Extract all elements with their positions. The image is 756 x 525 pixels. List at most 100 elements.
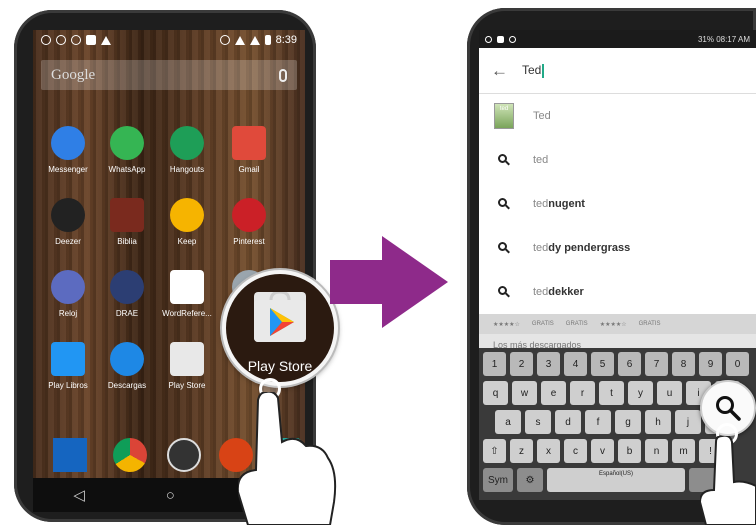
keyboard-key[interactable]: b bbox=[618, 439, 641, 463]
suggestion-item[interactable]: ted dy pendergrass bbox=[479, 226, 756, 270]
keyboard-key[interactable]: 4 bbox=[564, 352, 587, 376]
suggestion-item[interactable]: ted nugent bbox=[479, 182, 756, 226]
back-button[interactable]: ◁ bbox=[73, 486, 85, 504]
warning-icon bbox=[101, 35, 111, 45]
search-icon bbox=[491, 198, 517, 210]
suggestion-prefix: Ted bbox=[533, 110, 551, 122]
status-bar: 8:39 bbox=[33, 30, 305, 50]
price-label: GRATIS bbox=[531, 321, 554, 327]
keyboard-key[interactable]: e bbox=[541, 381, 566, 405]
keyboard-key[interactable]: m bbox=[672, 439, 695, 463]
keyboard-key[interactable]: s bbox=[525, 410, 551, 434]
keyboard-key[interactable]: 9 bbox=[699, 352, 722, 376]
keyboard-key[interactable]: a bbox=[495, 410, 521, 434]
keyboard-key[interactable]: 1 bbox=[483, 352, 506, 376]
pinterest-icon bbox=[232, 198, 266, 232]
keyboard-key[interactable]: 0 bbox=[726, 352, 749, 376]
chrome-icon[interactable] bbox=[113, 438, 147, 472]
keyboard-key[interactable]: x bbox=[537, 439, 560, 463]
alarm-icon bbox=[219, 35, 230, 45]
keyboard-key[interactable]: g bbox=[615, 410, 641, 434]
keyboard-key[interactable]: j bbox=[675, 410, 701, 434]
app-shortcut[interactable]: Pinterest bbox=[218, 198, 280, 246]
keyboard-key[interactable]: 2 bbox=[510, 352, 533, 376]
keyboard-key[interactable]: n bbox=[645, 439, 668, 463]
search-input[interactable]: Ted bbox=[522, 63, 544, 78]
app-label: Keep bbox=[177, 237, 197, 246]
keyboard-key[interactable]: f bbox=[585, 410, 611, 434]
clock-icon bbox=[51, 270, 85, 304]
keyboard-key[interactable]: t bbox=[599, 381, 624, 405]
app-shortcut[interactable]: Hangouts bbox=[156, 126, 218, 174]
app-label: Descargas bbox=[107, 381, 147, 390]
suggestion-item[interactable]: ted bbox=[479, 138, 756, 182]
price-label: GRATIS bbox=[565, 321, 588, 327]
app-shortcut[interactable]: Deezer bbox=[37, 198, 99, 246]
keyboard-key[interactable]: q bbox=[483, 381, 508, 405]
keyboard-key[interactable]: h bbox=[645, 410, 671, 434]
notification-icon bbox=[497, 35, 504, 43]
keyboard-key[interactable]: d bbox=[555, 410, 581, 434]
app-shortcut[interactable]: Messenger bbox=[37, 126, 99, 174]
keyboard-key[interactable]: z bbox=[510, 439, 533, 463]
suggestion-item[interactable]: ted dekker bbox=[479, 270, 756, 314]
play-store-magnifier[interactable]: Play Store bbox=[222, 270, 338, 386]
settings-key[interactable]: ⚙ bbox=[517, 468, 543, 492]
play-store-icon bbox=[170, 342, 204, 376]
keyboard-key[interactable]: ⇧ bbox=[483, 439, 506, 463]
wordreference-icon bbox=[170, 270, 204, 304]
app-shortcut[interactable]: WhatsApp bbox=[96, 126, 158, 174]
notification-icons bbox=[485, 35, 516, 43]
whatsapp-icon bbox=[110, 126, 144, 160]
thumbnail-text: ted bbox=[494, 103, 514, 129]
app-shortcut[interactable]: DRAE bbox=[96, 270, 158, 318]
home-button[interactable]: ○ bbox=[166, 487, 175, 504]
app-shortcut[interactable]: Reloj bbox=[37, 270, 99, 318]
keyboard-key[interactable]: c bbox=[564, 439, 587, 463]
wifi-icon bbox=[234, 35, 245, 45]
rating-stars: ★★★★☆ bbox=[493, 321, 520, 328]
app-shortcut[interactable]: Gmail bbox=[218, 126, 280, 174]
suggestion-prefix: ted bbox=[533, 198, 549, 210]
keyboard-key[interactable]: 3 bbox=[537, 352, 560, 376]
app-shortcut[interactable]: Play Store bbox=[156, 342, 218, 390]
app-shortcut[interactable]: Keep bbox=[156, 198, 218, 246]
system-icons: 8:39 bbox=[219, 34, 297, 46]
keyboard-key[interactable]: 5 bbox=[591, 352, 614, 376]
app-drawer-icon[interactable] bbox=[167, 438, 201, 472]
app-shortcut[interactable]: Descargas bbox=[96, 342, 158, 390]
keyboard-key[interactable]: u bbox=[657, 381, 682, 405]
keyboard-key[interactable]: 6 bbox=[618, 352, 641, 376]
app-shortcut[interactable]: Biblia bbox=[96, 198, 158, 246]
mic-icon[interactable] bbox=[279, 68, 287, 82]
app-label: Biblia bbox=[117, 237, 137, 246]
image-icon bbox=[86, 35, 96, 45]
app-label: Reloj bbox=[58, 309, 78, 318]
suggestion-item[interactable]: ted Ted bbox=[479, 94, 756, 138]
app-label: Gmail bbox=[238, 165, 260, 174]
keyboard-key[interactable]: 7 bbox=[645, 352, 668, 376]
space-key[interactable]: Español(US) bbox=[547, 468, 685, 492]
app-shortcut[interactable]: Play Libros bbox=[37, 342, 99, 390]
back-arrow-icon[interactable]: ← bbox=[491, 61, 508, 81]
alarm-icon bbox=[56, 35, 66, 45]
phone-icon[interactable] bbox=[53, 438, 87, 472]
keep-icon bbox=[170, 198, 204, 232]
app-label: Hangouts bbox=[169, 165, 205, 174]
keyboard-key[interactable]: r bbox=[570, 381, 595, 405]
background-app-strip: ★★★★☆ GRATIS GRATIS ★★★★☆ GRATIS bbox=[479, 314, 756, 334]
keyboard-key[interactable]: v bbox=[591, 439, 614, 463]
keyboard-key[interactable]: y bbox=[628, 381, 653, 405]
search-bar[interactable]: ← Ted bbox=[479, 48, 756, 94]
keyboard-key[interactable]: 8 bbox=[672, 352, 695, 376]
app-shortcut[interactable]: WordRefere... bbox=[156, 270, 218, 318]
play-books-icon bbox=[51, 342, 85, 376]
keyboard-key[interactable]: w bbox=[512, 381, 537, 405]
messenger-icon bbox=[51, 126, 85, 160]
price-label: GRATIS bbox=[638, 321, 661, 327]
hangouts-icon bbox=[170, 126, 204, 160]
google-search-bar[interactable]: Google bbox=[41, 60, 297, 90]
sym-key[interactable]: Sym bbox=[483, 468, 513, 492]
app-label: WhatsApp bbox=[108, 165, 146, 174]
keyboard-number-row: 1234567890 bbox=[483, 352, 752, 376]
